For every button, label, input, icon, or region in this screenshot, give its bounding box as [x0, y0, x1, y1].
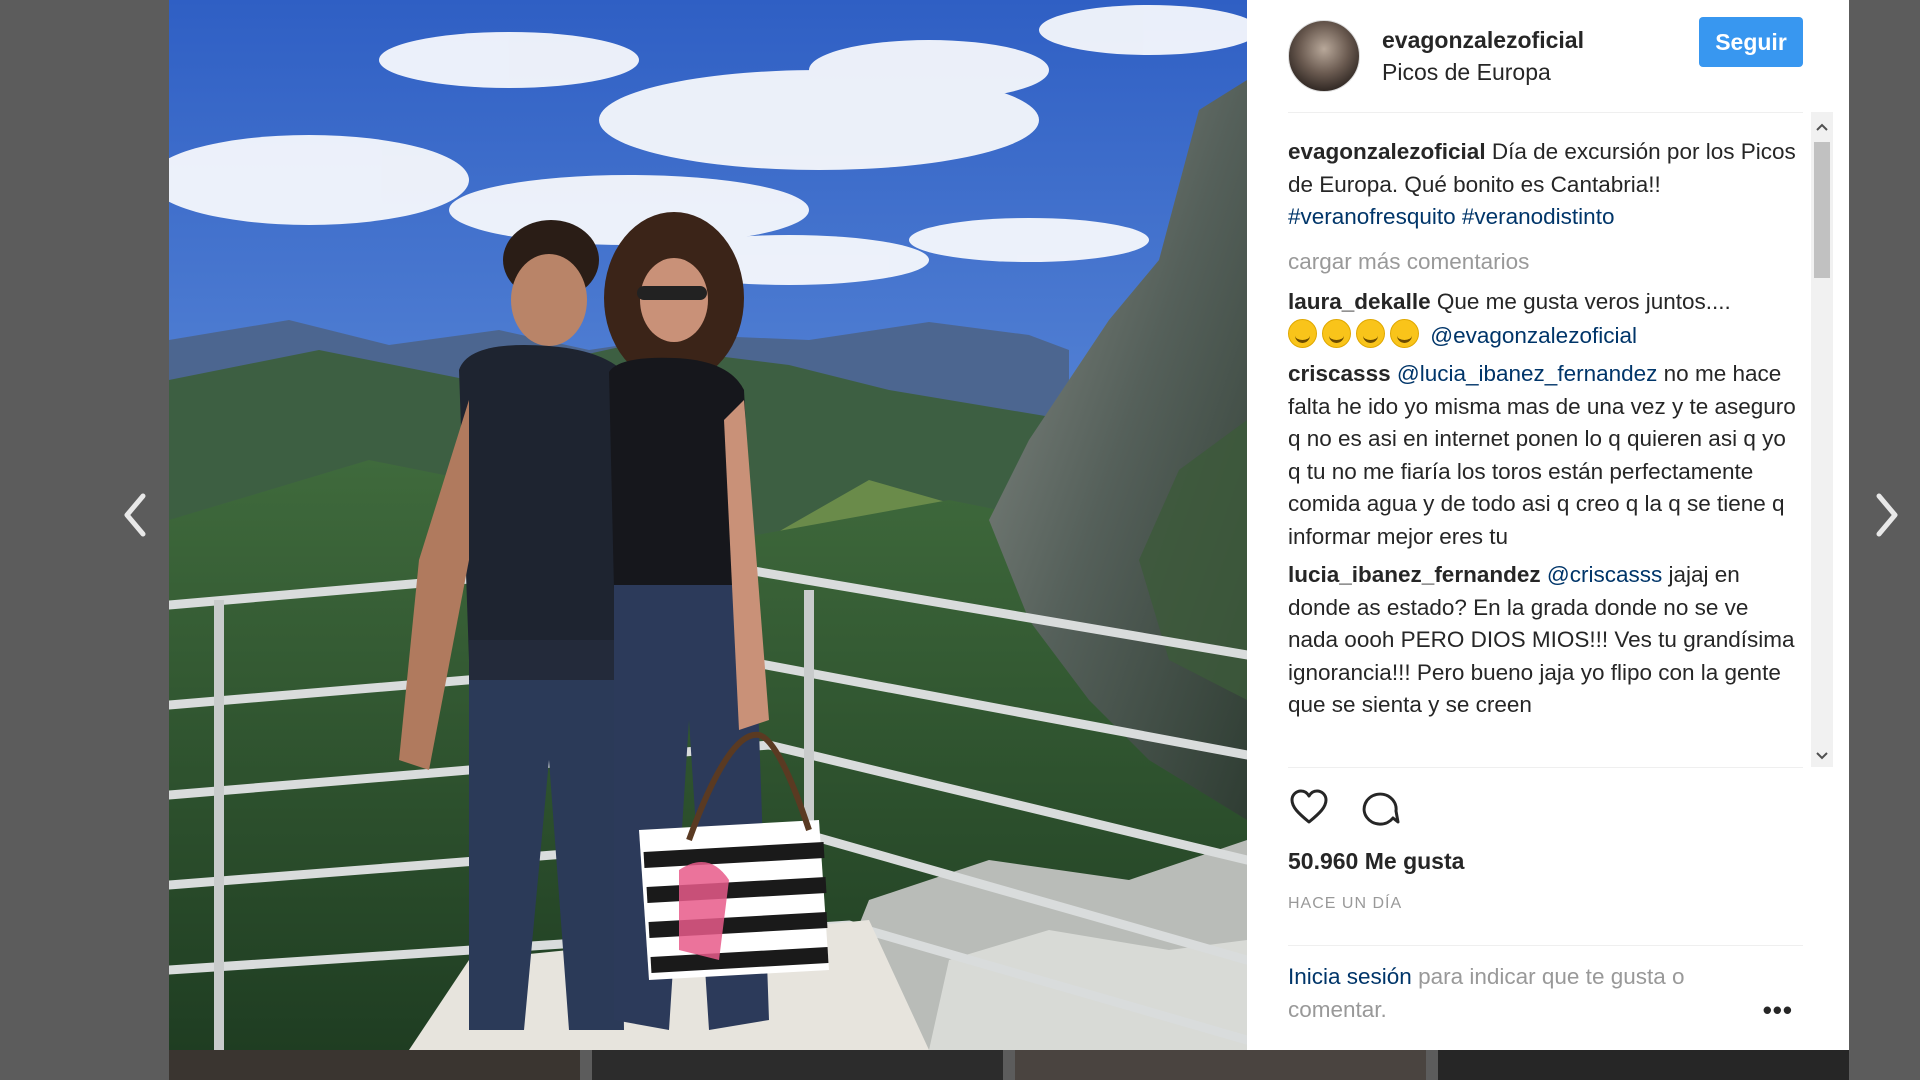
header-username[interactable]: evagonzalezoficial — [1382, 24, 1584, 56]
comment-mention[interactable]: @lucia_ibanez_fernandez — [1397, 361, 1658, 386]
emoji-row — [1288, 318, 1424, 353]
like-count[interactable]: 50.960 Me gusta — [1288, 848, 1464, 875]
heart-outline-icon[interactable] — [1288, 786, 1330, 828]
caption-username[interactable]: evagonzalezoficial — [1288, 139, 1486, 164]
comment-text: no me hace falta he ido yo misma mas de … — [1288, 361, 1796, 549]
post-photo — [169, 0, 1247, 1050]
background-thumbnail — [169, 1050, 580, 1080]
post-sidebar: evagonzalezoficial Picos de Europa Segui… — [1247, 0, 1849, 1050]
comment-list: evagonzalezoficial Día de excursión por … — [1288, 112, 1803, 767]
header-location[interactable]: Picos de Europa — [1382, 56, 1584, 88]
comment-mention[interactable]: @evagonzalezoficial — [1430, 323, 1637, 348]
background-thumbnail — [1015, 1050, 1426, 1080]
comment-text: Que me gusta veros juntos.... — [1436, 289, 1731, 314]
grinning-face-icon — [1390, 318, 1419, 348]
caret-down-icon — [1816, 752, 1828, 760]
scroll-up-button[interactable] — [1811, 116, 1833, 138]
background-thumbnail — [1438, 1050, 1849, 1080]
speech-bubble-icon[interactable] — [1360, 786, 1402, 828]
post-header: evagonzalezoficial Picos de Europa Segui… — [1288, 0, 1803, 113]
load-more-comments-button[interactable]: cargar más comentarios — [1288, 246, 1803, 279]
comment-item: laura_dekalle Que me gusta veros juntos.… — [1288, 286, 1803, 352]
comment-username[interactable]: lucia_ibanez_fernandez — [1288, 562, 1541, 587]
comment-item: lucia_ibanez_fernandez @criscasss jajaj … — [1288, 559, 1803, 722]
login-link[interactable]: Inicia sesión — [1288, 964, 1412, 989]
action-icons — [1288, 786, 1402, 828]
background-thumbnails — [169, 1050, 1849, 1080]
comment-item: criscasss @lucia_ibanez_fernandez no me … — [1288, 358, 1803, 553]
comment-username[interactable]: laura_dekalle — [1288, 289, 1431, 314]
scrollbar-thumb[interactable] — [1814, 142, 1830, 278]
chevron-right-icon — [1876, 493, 1898, 537]
caption-hashtags[interactable]: #veranofresquito #veranodistinto — [1288, 204, 1614, 229]
comment-username[interactable]: criscasss — [1288, 361, 1391, 386]
grinning-face-icon — [1288, 318, 1317, 348]
grinning-face-icon — [1356, 318, 1385, 348]
comments-scrollbar[interactable] — [1811, 112, 1833, 767]
follow-button[interactable]: Seguir — [1699, 17, 1803, 67]
background-thumbnail — [592, 1050, 1003, 1080]
scroll-down-button[interactable] — [1811, 745, 1833, 767]
post-timestamp[interactable]: HACE UN DÍA — [1288, 895, 1402, 913]
previous-post-button[interactable] — [116, 485, 156, 545]
next-post-button[interactable] — [1866, 485, 1906, 545]
grinning-face-icon — [1322, 318, 1351, 348]
comment-mention[interactable]: @criscasss — [1547, 562, 1662, 587]
more-options-button[interactable]: ••• — [1763, 994, 1793, 1027]
chevron-left-icon — [124, 493, 146, 537]
header-text: evagonzalezoficial Picos de Europa — [1382, 24, 1584, 88]
caret-up-icon — [1816, 123, 1828, 131]
post-modal: evagonzalezoficial Picos de Europa Segui… — [169, 0, 1849, 1050]
avatar[interactable] — [1288, 20, 1360, 92]
login-prompt: Inicia sesión para indicar que te gusta … — [1288, 945, 1803, 1051]
mountain-photo — [169, 0, 1247, 1050]
post-caption: evagonzalezoficial Día de excursión por … — [1288, 136, 1803, 234]
login-text: Inicia sesión para indicar que te gusta … — [1288, 960, 1728, 1026]
post-actions: 50.960 Me gusta HACE UN DÍA — [1288, 767, 1803, 958]
